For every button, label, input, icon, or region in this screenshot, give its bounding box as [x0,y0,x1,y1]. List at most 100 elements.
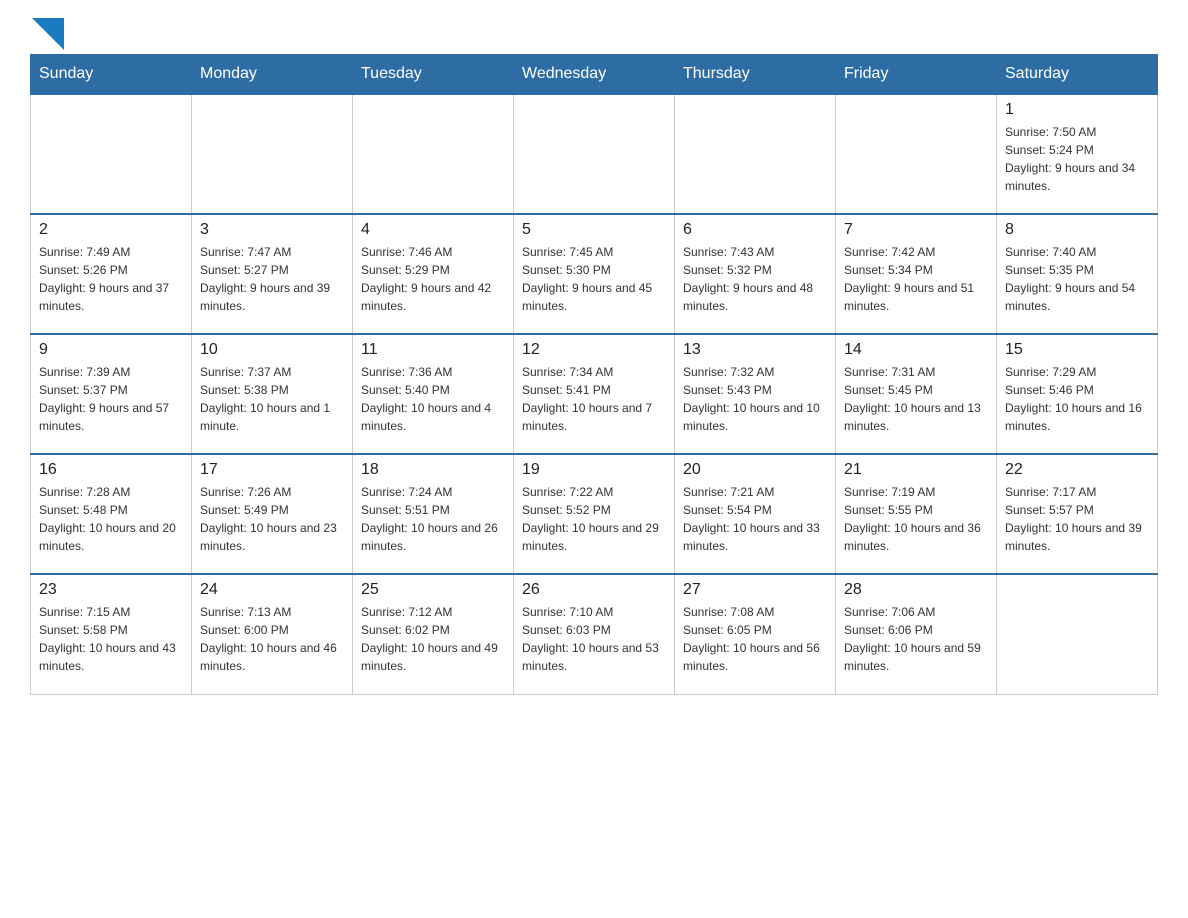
day-number: 26 [522,581,666,599]
calendar-cell-week2-day1: 2 Sunrise: 7:49 AM Sunset: 5:26 PM Daylig… [31,214,192,334]
calendar-cell-week3-day6: 14 Sunrise: 7:31 AM Sunset: 5:45 PM Dayli… [836,334,997,454]
calendar-cell-week3-day7: 15 Sunrise: 7:29 AM Sunset: 5:46 PM Dayli… [997,334,1158,454]
calendar-cell-week4-day7: 22 Sunrise: 7:17 AM Sunset: 5:57 PM Dayli… [997,454,1158,574]
calendar-cell-week3-day1: 9 Sunrise: 7:39 AM Sunset: 5:37 PM Daylig… [31,334,192,454]
logo-icon [32,18,64,50]
calendar-cell-week1-day7: 1Sunrise: 7:50 AM Sunset: 5:24 PM Daylig… [997,94,1158,214]
weekday-header-sunday: Sunday [31,55,192,95]
day-info: Sunrise: 7:34 AM Sunset: 5:41 PM Dayligh… [522,363,666,435]
calendar-cell-week2-day5: 6 Sunrise: 7:43 AM Sunset: 5:32 PM Daylig… [675,214,836,334]
day-number: 4 [361,221,505,239]
day-number: 11 [361,341,505,359]
day-number: 22 [1005,461,1149,479]
day-number: 21 [844,461,988,479]
calendar-cell-week4-day1: 16 Sunrise: 7:28 AM Sunset: 5:48 PM Dayli… [31,454,192,574]
day-info: Sunrise: 7:10 AM Sunset: 6:03 PM Dayligh… [522,603,666,675]
day-info: Sunrise: 7:36 AM Sunset: 5:40 PM Dayligh… [361,363,505,435]
calendar-cell-week5-day2: 24 Sunrise: 7:13 AM Sunset: 6:00 PM Dayli… [192,574,353,694]
day-info: Sunrise: 7:22 AM Sunset: 5:52 PM Dayligh… [522,483,666,555]
weekday-header-wednesday: Wednesday [514,55,675,95]
day-number: 14 [844,341,988,359]
day-info: Sunrise: 7:49 AM Sunset: 5:26 PM Dayligh… [39,243,183,315]
week-row-5: 23 Sunrise: 7:15 AM Sunset: 5:58 PM Dayli… [31,574,1158,694]
day-number: 28 [844,581,988,599]
calendar-cell-week5-day5: 27 Sunrise: 7:08 AM Sunset: 6:05 PM Dayli… [675,574,836,694]
day-number: 27 [683,581,827,599]
calendar-cell-week5-day7 [997,574,1158,694]
calendar-cell-week3-day4: 12 Sunrise: 7:34 AM Sunset: 5:41 PM Dayli… [514,334,675,454]
day-info: Sunrise: 7:08 AM Sunset: 6:05 PM Dayligh… [683,603,827,675]
calendar-table: SundayMondayTuesdayWednesdayThursdayFrid… [30,54,1158,695]
day-number: 9 [39,341,183,359]
day-info: Sunrise: 7:39 AM Sunset: 5:37 PM Dayligh… [39,363,183,435]
day-info: Sunrise: 7:40 AM Sunset: 5:35 PM Dayligh… [1005,243,1149,315]
day-number: 3 [200,221,344,239]
calendar-cell-week1-day3 [353,94,514,214]
day-info: Sunrise: 7:43 AM Sunset: 5:32 PM Dayligh… [683,243,827,315]
day-info: Sunrise: 7:37 AM Sunset: 5:38 PM Dayligh… [200,363,344,435]
week-row-3: 9 Sunrise: 7:39 AM Sunset: 5:37 PM Daylig… [31,334,1158,454]
calendar-cell-week5-day4: 26 Sunrise: 7:10 AM Sunset: 6:03 PM Dayli… [514,574,675,694]
day-info: Sunrise: 7:26 AM Sunset: 5:49 PM Dayligh… [200,483,344,555]
calendar-cell-week5-day3: 25 Sunrise: 7:12 AM Sunset: 6:02 PM Dayli… [353,574,514,694]
day-number: 18 [361,461,505,479]
day-number: 10 [200,341,344,359]
calendar-cell-week1-day5 [675,94,836,214]
day-number: 16 [39,461,183,479]
calendar-cell-week2-day2: 3 Sunrise: 7:47 AM Sunset: 5:27 PM Daylig… [192,214,353,334]
calendar-cell-week3-day5: 13Sunrise: 7:32 AM Sunset: 5:43 PM Dayli… [675,334,836,454]
day-number: 5 [522,221,666,239]
day-info: Sunrise: 7:28 AM Sunset: 5:48 PM Dayligh… [39,483,183,555]
day-info: Sunrise: 7:13 AM Sunset: 6:00 PM Dayligh… [200,603,344,675]
day-info: Sunrise: 7:31 AM Sunset: 5:45 PM Dayligh… [844,363,988,435]
weekday-header-row: SundayMondayTuesdayWednesdayThursdayFrid… [31,55,1158,95]
day-number: 19 [522,461,666,479]
day-info: Sunrise: 7:12 AM Sunset: 6:02 PM Dayligh… [361,603,505,675]
logo [30,20,64,44]
day-number: 25 [361,581,505,599]
weekday-header-thursday: Thursday [675,55,836,95]
calendar-cell-week2-day4: 5 Sunrise: 7:45 AM Sunset: 5:30 PM Daylig… [514,214,675,334]
day-info: Sunrise: 7:47 AM Sunset: 5:27 PM Dayligh… [200,243,344,315]
day-info: Sunrise: 7:45 AM Sunset: 5:30 PM Dayligh… [522,243,666,315]
calendar-cell-week5-day6: 28 Sunrise: 7:06 AM Sunset: 6:06 PM Dayli… [836,574,997,694]
calendar-cell-week1-day1 [31,94,192,214]
day-number: 13 [683,341,827,359]
weekday-header-monday: Monday [192,55,353,95]
day-number: 23 [39,581,183,599]
day-number: 24 [200,581,344,599]
week-row-1: 1Sunrise: 7:50 AM Sunset: 5:24 PM Daylig… [31,94,1158,214]
day-number: 17 [200,461,344,479]
page-header [30,20,1158,44]
day-number: 6 [683,221,827,239]
day-info: Sunrise: 7:24 AM Sunset: 5:51 PM Dayligh… [361,483,505,555]
day-info: Sunrise: 7:29 AM Sunset: 5:46 PM Dayligh… [1005,363,1149,435]
calendar-cell-week2-day7: 8 Sunrise: 7:40 AM Sunset: 5:35 PM Daylig… [997,214,1158,334]
day-number: 8 [1005,221,1149,239]
calendar-cell-week3-day3: 11 Sunrise: 7:36 AM Sunset: 5:40 PM Dayli… [353,334,514,454]
calendar-cell-week3-day2: 10 Sunrise: 7:37 AM Sunset: 5:38 PM Dayli… [192,334,353,454]
day-info: Sunrise: 7:15 AM Sunset: 5:58 PM Dayligh… [39,603,183,675]
calendar-cell-week4-day4: 19 Sunrise: 7:22 AM Sunset: 5:52 PM Dayli… [514,454,675,574]
calendar-cell-week5-day1: 23 Sunrise: 7:15 AM Sunset: 5:58 PM Dayli… [31,574,192,694]
calendar-cell-week4-day3: 18 Sunrise: 7:24 AM Sunset: 5:51 PM Dayli… [353,454,514,574]
day-number: 15 [1005,341,1149,359]
day-number: 2 [39,221,183,239]
week-row-4: 16 Sunrise: 7:28 AM Sunset: 5:48 PM Dayli… [31,454,1158,574]
day-number: 7 [844,221,988,239]
day-info: Sunrise: 7:06 AM Sunset: 6:06 PM Dayligh… [844,603,988,675]
calendar-cell-week1-day2 [192,94,353,214]
weekday-header-saturday: Saturday [997,55,1158,95]
day-info: Sunrise: 7:21 AM Sunset: 5:54 PM Dayligh… [683,483,827,555]
calendar-cell-week4-day6: 21Sunrise: 7:19 AM Sunset: 5:55 PM Dayli… [836,454,997,574]
calendar-cell-week2-day3: 4Sunrise: 7:46 AM Sunset: 5:29 PM Daylig… [353,214,514,334]
day-info: Sunrise: 7:50 AM Sunset: 5:24 PM Dayligh… [1005,123,1149,195]
calendar-cell-week4-day5: 20 Sunrise: 7:21 AM Sunset: 5:54 PM Dayli… [675,454,836,574]
calendar-cell-week2-day6: 7 Sunrise: 7:42 AM Sunset: 5:34 PM Daylig… [836,214,997,334]
weekday-header-tuesday: Tuesday [353,55,514,95]
calendar-cell-week1-day6 [836,94,997,214]
day-number: 20 [683,461,827,479]
day-number: 12 [522,341,666,359]
day-info: Sunrise: 7:42 AM Sunset: 5:34 PM Dayligh… [844,243,988,315]
day-info: Sunrise: 7:17 AM Sunset: 5:57 PM Dayligh… [1005,483,1149,555]
